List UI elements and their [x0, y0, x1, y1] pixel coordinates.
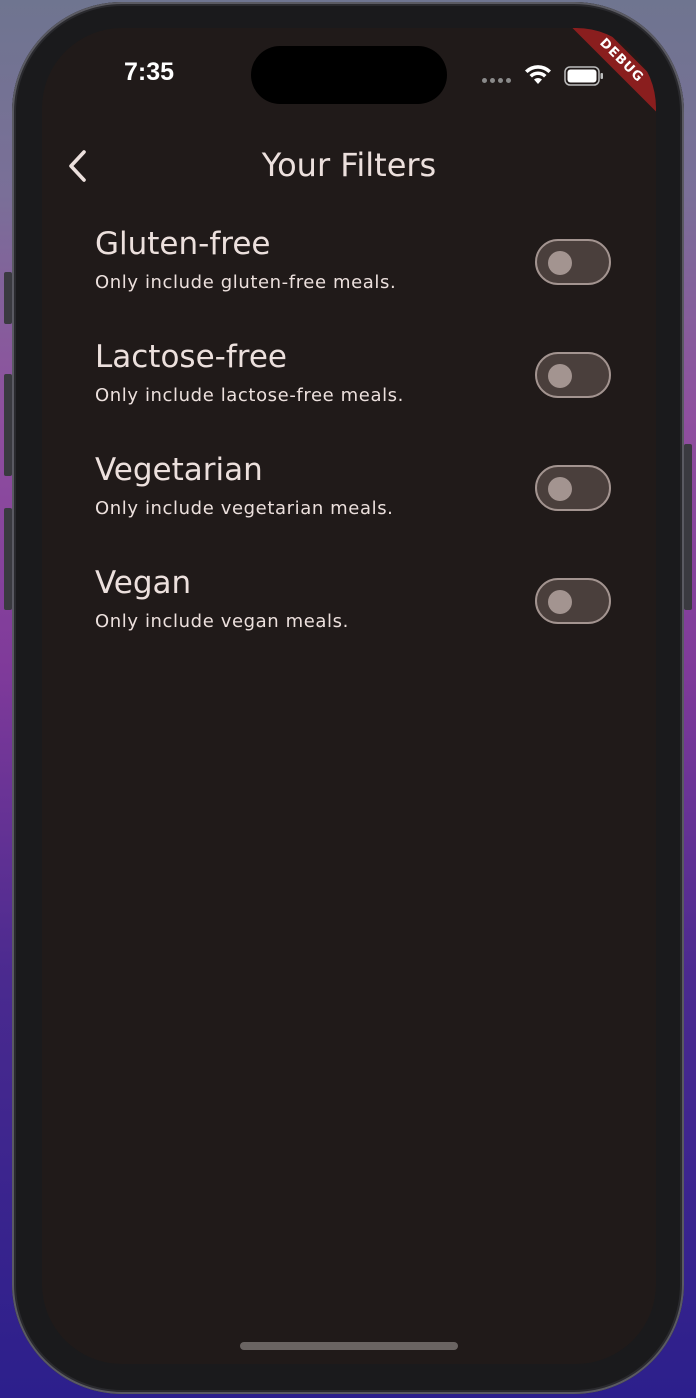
switch-knob [548, 364, 572, 388]
vegetarian-switch[interactable] [535, 465, 611, 511]
filter-subtitle: Only include vegan meals. [95, 611, 349, 632]
signal-dots-icon [482, 78, 511, 83]
filter-row-lactose-free[interactable]: Lactose-free Only include lactose-free m… [42, 339, 656, 452]
switch-knob [548, 251, 572, 275]
app-screen: 7:35 DEBUG Your Filters Gluten-free Only… [42, 28, 656, 1364]
switch-knob [548, 477, 572, 501]
power-button [684, 444, 692, 610]
gluten-free-switch[interactable] [535, 239, 611, 285]
wifi-icon [525, 65, 551, 84]
filter-title: Vegetarian [95, 452, 263, 488]
filter-title: Gluten-free [95, 226, 271, 262]
vegan-switch[interactable] [535, 578, 611, 624]
filter-title: Vegan [95, 565, 192, 601]
filter-title: Lactose-free [95, 339, 287, 375]
filter-subtitle: Only include vegetarian meals. [95, 498, 394, 519]
volume-down-button [4, 508, 12, 610]
filter-row-vegan[interactable]: Vegan Only include vegan meals. [42, 565, 656, 678]
app-bar: Your Filters [42, 138, 656, 194]
status-time: 7:35 [124, 58, 175, 86]
filter-row-vegetarian[interactable]: Vegetarian Only include vegetarian meals… [42, 452, 656, 565]
dynamic-island [251, 46, 447, 104]
page-title: Your Filters [261, 146, 437, 184]
filter-subtitle: Only include gluten-free meals. [95, 272, 397, 293]
action-button [4, 272, 12, 324]
filter-subtitle: Only include lactose-free meals. [95, 385, 404, 406]
battery-icon [564, 66, 603, 86]
lactose-free-switch[interactable] [535, 352, 611, 398]
switch-knob [548, 590, 572, 614]
filter-list: Gluten-free Only include gluten-free mea… [42, 226, 656, 678]
home-indicator[interactable] [240, 1342, 458, 1350]
filter-row-gluten-free[interactable]: Gluten-free Only include gluten-free mea… [42, 226, 656, 339]
volume-up-button [4, 374, 12, 476]
